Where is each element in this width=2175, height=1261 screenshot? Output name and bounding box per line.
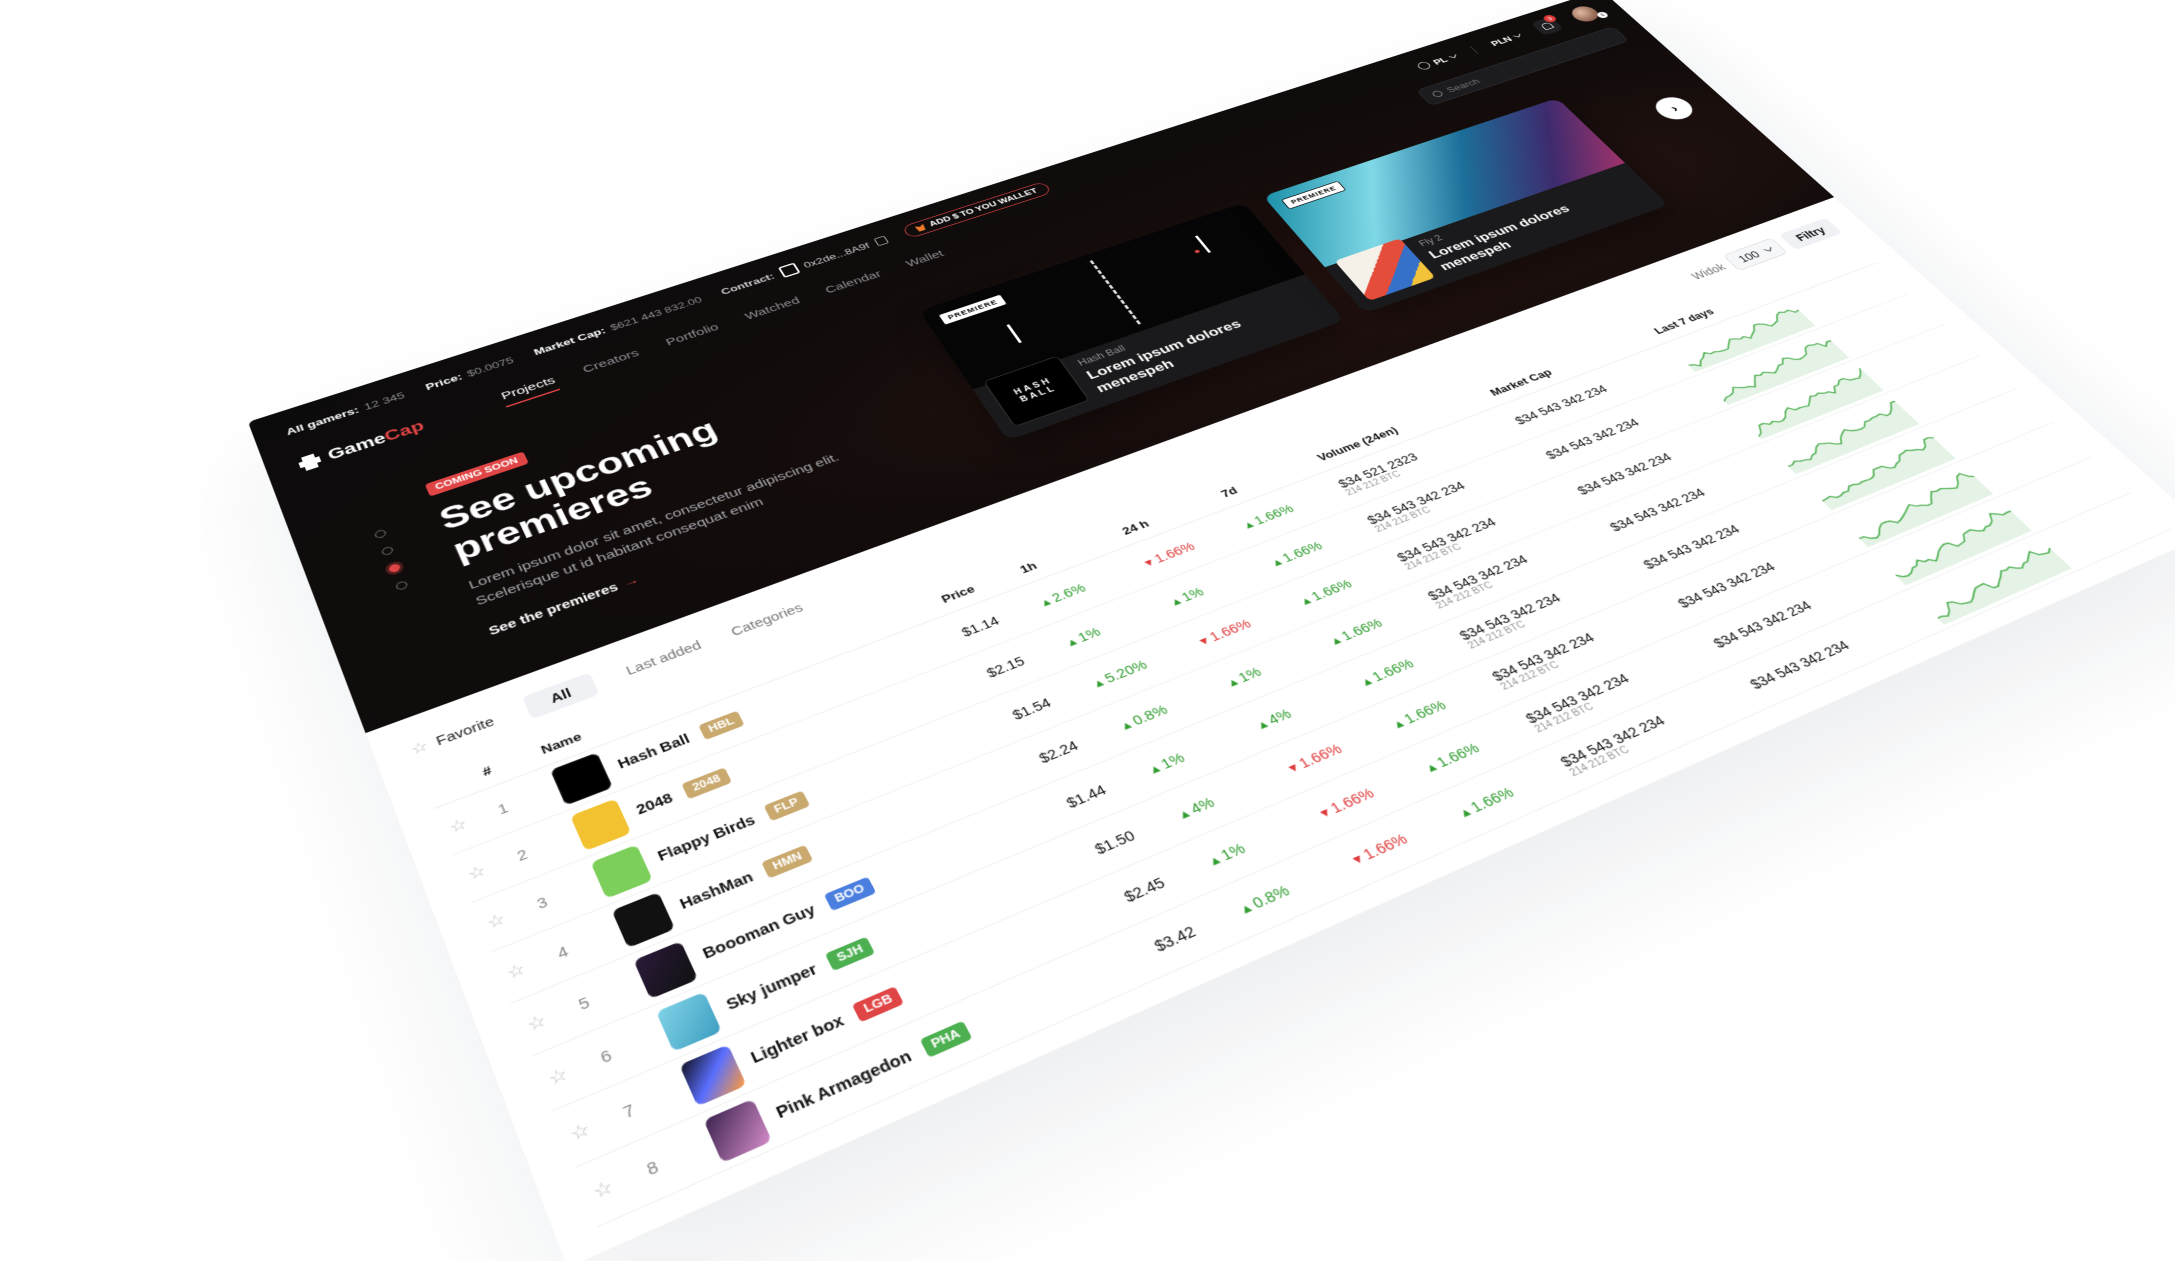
hero-pagination <box>373 528 409 592</box>
tab-all[interactable]: All <box>521 672 600 720</box>
filters-button[interactable]: Filtry <box>1778 217 1843 251</box>
pagination-dot[interactable] <box>380 545 395 557</box>
nav-wallet[interactable]: Wallet <box>903 248 949 274</box>
ticker-badge: PHA <box>919 1020 973 1058</box>
nav-watched[interactable]: Watched <box>742 295 805 327</box>
ticker-badge: SJH <box>825 936 875 971</box>
ticker-badge: HBL <box>698 710 746 741</box>
pagination-dot-active[interactable] <box>387 562 402 574</box>
star-icon[interactable]: ☆ <box>485 910 508 933</box>
app-page: All gamers:12 345 Price:$0.0075 Market C… <box>247 0 2175 1261</box>
language-select[interactable]: PL <box>1415 52 1460 71</box>
star-icon[interactable]: ☆ <box>466 862 489 884</box>
pagination-dot[interactable] <box>373 528 388 540</box>
carousel-next-button[interactable]: › <box>1648 93 1700 124</box>
notifications-button[interactable]: 3 <box>1530 13 1565 36</box>
pong-net <box>1089 260 1142 325</box>
chevron-down-icon <box>1763 245 1771 252</box>
ticker-badge: FLP <box>763 790 810 822</box>
contract-icon <box>777 262 801 279</box>
ticker-badge: 2048 <box>681 767 732 800</box>
game-name: HashMan <box>677 868 756 913</box>
star-icon[interactable]: ☆ <box>546 1065 571 1090</box>
game-name: Hash Ball <box>615 731 692 772</box>
premiere-tag: PREMIERE <box>937 293 1008 326</box>
view-label: Widok <box>1688 261 1729 282</box>
notification-count: 3 <box>1541 13 1559 24</box>
pagination-dot[interactable] <box>394 580 409 592</box>
arrow-right-icon: → <box>620 572 641 590</box>
search-icon <box>1430 89 1445 98</box>
pong-paddle <box>1006 324 1022 344</box>
star-icon[interactable]: ☆ <box>525 1011 549 1035</box>
chevron-down-icon <box>1448 53 1456 58</box>
star-icon[interactable]: ☆ <box>504 960 528 983</box>
tab-categories[interactable]: Categories <box>729 601 806 639</box>
nav-creators[interactable]: Creators <box>581 347 644 380</box>
pong-ball <box>1193 249 1201 254</box>
ticker-badge: LGB <box>852 985 905 1023</box>
divider <box>1469 45 1479 54</box>
favorite-filter[interactable]: ☆ Favorite <box>408 713 497 760</box>
chevron-right-icon: › <box>1666 102 1682 114</box>
metamask-icon <box>914 224 926 232</box>
search-placeholder: Search <box>1443 76 1482 94</box>
ticker-badge: HMN <box>761 844 814 879</box>
game-icon <box>703 1098 773 1164</box>
ticker-badge: BOO <box>823 876 877 912</box>
tab-last-added[interactable]: Last added <box>624 638 704 678</box>
star-icon: ☆ <box>408 738 431 759</box>
avatar-badge: 1 <box>1595 10 1610 20</box>
bell-icon <box>1540 21 1555 31</box>
premiere-tag: PREMIERE <box>1280 180 1347 210</box>
copy-icon[interactable] <box>873 235 889 247</box>
nav-portfolio[interactable]: Portfolio <box>664 321 724 353</box>
currency-select[interactable]: PLN <box>1488 31 1524 47</box>
star-icon[interactable]: ☆ <box>447 816 470 837</box>
star-icon[interactable]: ☆ <box>568 1120 593 1146</box>
nav-projects[interactable]: Projects <box>499 374 560 408</box>
game-name: 2048 <box>633 790 676 818</box>
rows-per-page-select[interactable]: 100 <box>1723 237 1788 272</box>
chevron-down-icon <box>1512 32 1521 38</box>
star-icon[interactable]: ☆ <box>590 1177 616 1204</box>
globe-icon <box>1415 60 1433 71</box>
logo-icon <box>297 452 323 472</box>
avatar[interactable]: 1 <box>1567 3 1610 25</box>
nav-calendar[interactable]: Calendar <box>823 268 887 300</box>
